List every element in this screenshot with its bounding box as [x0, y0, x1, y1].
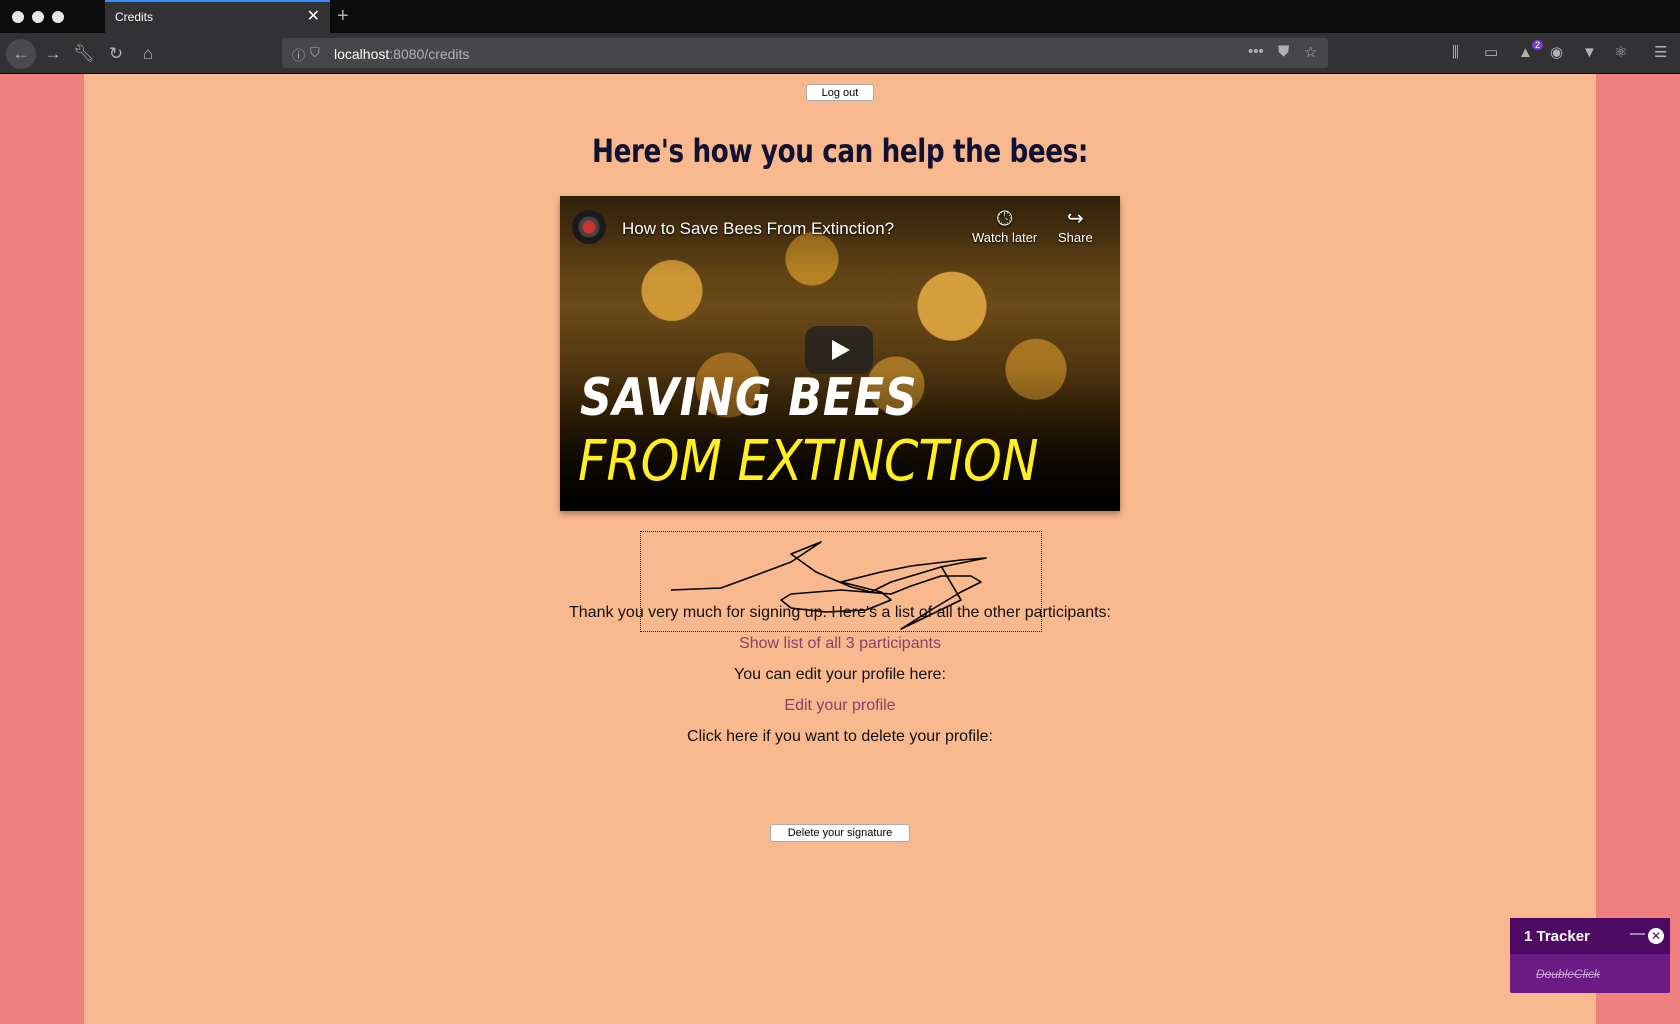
extension-icon[interactable]: ▲	[1518, 44, 1533, 62]
tracker-title: 1 Tracker	[1524, 928, 1590, 945]
reload-icon[interactable]: ↻	[104, 42, 128, 66]
new-tab-icon[interactable]: +	[337, 5, 349, 27]
window-minimize-dot[interactable]	[32, 11, 44, 23]
tracker-item-doubleclick[interactable]: DoubleClick	[1536, 967, 1600, 981]
channel-avatar[interactable]	[572, 210, 606, 244]
video-embed[interactable]: How to Save Bees From Extinction? 🕓︎ Wat…	[560, 196, 1120, 511]
participants-line: Show list of all 3 participants	[84, 635, 1596, 653]
more-dots-icon[interactable]: •••	[1248, 43, 1264, 60]
menu-icon[interactable]: ☰	[1654, 44, 1667, 62]
video-overlay-line1: SAVING BEES	[580, 368, 918, 428]
account-icon[interactable]: ◉	[1550, 44, 1563, 62]
window-zoom-dot[interactable]	[52, 11, 64, 23]
tab-title: Credits	[115, 10, 154, 24]
window-close-dot[interactable]	[12, 11, 24, 23]
video-overlay-line2: FROM EXTINCTION	[578, 429, 1039, 494]
edit-prompt-text: You can edit your profile here:	[734, 666, 946, 683]
tracker-header: 1 Tracker — ✕	[1510, 918, 1670, 954]
browser-tab-bar: Credits ✕ +	[0, 0, 1680, 33]
browser-tab-credits[interactable]: Credits ✕	[105, 0, 330, 33]
home-icon[interactable]: ⌂	[136, 42, 160, 66]
vue-devtools-icon[interactable]: ▼	[1582, 44, 1597, 62]
url-path: :8080/credits	[389, 46, 470, 62]
wrench-icon[interactable]: 🔧︎	[72, 42, 96, 66]
forward-arrow-icon[interactable]: →	[41, 42, 65, 66]
logout-button[interactable]: Log out	[806, 84, 874, 101]
extension-badge: 2	[1532, 40, 1544, 50]
shield-icon[interactable]: ⛉	[310, 45, 320, 61]
edit-profile-link[interactable]: Edit your profile	[784, 697, 895, 714]
url-bar[interactable]: ⓘ ⛉ localhost:8080/credits ••• ⛊ ☆	[282, 38, 1328, 68]
delete-prompt-text: Click here if you want to delete your pr…	[687, 728, 993, 745]
minimize-icon[interactable]: —	[1630, 925, 1645, 942]
back-arrow-icon[interactable]: ←	[6, 39, 36, 69]
browser-nav-bar: ← → 🔧︎ ↻ ⌂ ⓘ ⛉ localhost:8080/credits ••…	[0, 33, 1680, 74]
page-headline: Here's how you can help the bees:	[592, 132, 1088, 170]
pocket-icon[interactable]: ⛊	[1278, 43, 1289, 60]
library-icon[interactable]: ⫼	[1452, 44, 1459, 62]
clock-icon: 🕓︎	[996, 208, 1013, 230]
video-title[interactable]: How to Save Bees From Extinction?	[622, 219, 894, 239]
share-arrow-icon: ↪	[1066, 208, 1084, 230]
thank-you-text: Thank you very much for signing up. Here…	[569, 604, 1111, 621]
info-icon[interactable]: ⓘ	[292, 45, 305, 64]
close-icon[interactable]: ✕	[1648, 928, 1664, 944]
watch-later-label: Watch later	[972, 230, 1038, 245]
edit-profile-line: Edit your profile	[84, 697, 1596, 715]
delete-signature-button[interactable]: Delete your signature	[770, 824, 910, 842]
sidebar-icon[interactable]: ▭	[1484, 44, 1498, 62]
url-text[interactable]: localhost:8080/credits	[334, 46, 469, 62]
watch-later-button[interactable]: 🕓︎ Watch later	[972, 208, 1037, 245]
page-content: Log out Here's how you can help the bees…	[84, 74, 1596, 1024]
react-devtools-icon[interactable]: ⚛	[1614, 44, 1627, 62]
tab-close-icon[interactable]: ✕	[307, 8, 320, 26]
bookmark-star-icon[interactable]: ☆	[1304, 43, 1317, 61]
tracker-widget: 1 Tracker — ✕ DoubleClick	[1510, 918, 1670, 993]
url-host: localhost	[334, 46, 390, 62]
share-label: Share	[1058, 230, 1093, 245]
share-button[interactable]: ↪ Share	[1058, 208, 1093, 245]
participants-link[interactable]: Show list of all 3 participants	[739, 635, 941, 652]
play-icon[interactable]	[805, 326, 873, 374]
